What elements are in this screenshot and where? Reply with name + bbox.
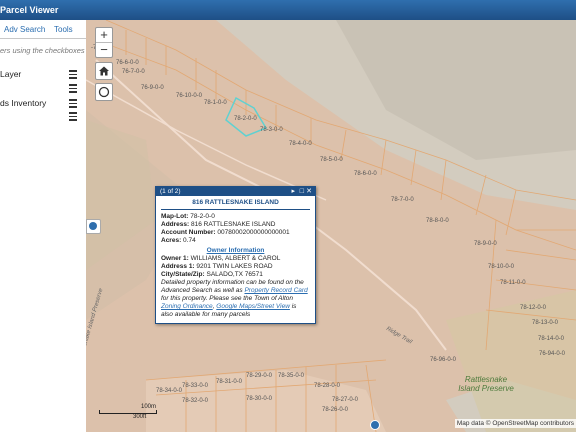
sidebar-tabs: Adv Search Tools <box>0 20 86 39</box>
parcel-label: 76-94-0-0 <box>539 351 566 357</box>
parcel-label: 78-11-0-0 <box>500 280 526 286</box>
layer-menu-icon[interactable] <box>69 112 77 123</box>
layer-menu-icon[interactable] <box>69 70 77 81</box>
parcel-label: 76-6-0-0 <box>116 60 139 66</box>
field-map-lot: Map-Lot: 78-2-0-0 <box>161 213 215 220</box>
parcel-label: 76-96-0-0 <box>430 357 457 363</box>
field-account-number: Account Number: 00780002000000000001 <box>161 229 290 236</box>
parcel-label: 78-2-0-0 <box>234 116 257 122</box>
arrow-left-icon <box>89 222 97 230</box>
app-title: Parcel Viewer <box>0 5 59 15</box>
next-result-icon[interactable]: ▸ <box>291 187 295 196</box>
maximize-icon[interactable]: □ <box>300 187 304 196</box>
popup-note: Detailed property information can be fou… <box>161 279 308 318</box>
sidebar: Adv Search Tools ers using the checkboxe… <box>0 20 87 432</box>
parcel-label: 78-35-0-0 <box>278 373 305 379</box>
popup-header: (1 of 2) ▸ □ ✕ <box>156 187 315 196</box>
locate-button[interactable] <box>95 83 113 101</box>
zoom-in-button[interactable]: + <box>96 28 112 42</box>
parcel-label: 78-34-0-0 <box>156 388 183 394</box>
parcel-label: 76-10-0-0 <box>176 93 203 99</box>
map-attribution: Map data © OpenStreetMap contributors <box>454 419 576 428</box>
layer-menu-icon[interactable] <box>69 84 77 95</box>
parcel-label: 78-12-0-0 <box>520 305 547 311</box>
parcel-label: 78-10-0-0 <box>488 264 515 270</box>
owner-info-heading: Owner Information <box>206 247 265 254</box>
tab-tools[interactable]: Tools <box>54 25 73 34</box>
parcel-label: 78-5-0-0 <box>320 157 343 163</box>
parcel-label: 78-26-0-0 <box>322 407 349 413</box>
popup-count: (1 of 2) <box>160 188 181 195</box>
parcel-label: 78-1-0-0 <box>204 100 227 106</box>
parcel-label: 78-7-0-0 <box>391 197 414 203</box>
parcel-label: 78-14-0-0 <box>538 336 565 342</box>
parcel-label: 78-30-0-0 <box>246 396 273 402</box>
zoom-out-button[interactable]: − <box>96 42 112 57</box>
locate-icon <box>98 86 110 98</box>
parcel-label: 78-3-0-0 <box>260 127 283 133</box>
property-record-card-link[interactable]: Property Record Card <box>244 287 307 294</box>
tab-adv-search[interactable]: Adv Search <box>4 25 45 34</box>
scale-bar: 100m 300ft <box>99 404 159 420</box>
parcel-label: 78-9-0-0 <box>474 241 497 247</box>
parcel-label: 76-7-0-0 <box>122 69 145 75</box>
parcel-label: 76-9-0-0 <box>141 85 164 91</box>
parcel-label: 78-4-0-0 <box>289 141 312 147</box>
preserve-label: Rattlesnake Island Preserve <box>458 375 514 393</box>
compass-icon[interactable] <box>370 420 380 430</box>
layer-item-parcels[interactable]: Layer <box>0 69 21 79</box>
field-city-state-zip: City/State/Zip: SALADO,TX 76571 <box>161 271 263 278</box>
field-address: Address: 816 RATTLESNAKE ISLAND <box>161 221 276 228</box>
home-icon <box>99 66 109 76</box>
zoom-control: + − <box>95 27 113 58</box>
layer-item-inventory[interactable]: ds Inventory <box>0 98 46 108</box>
parcel-label: 78-33-0-0 <box>182 383 209 389</box>
parcel-label: 78-32-0-0 <box>182 398 209 404</box>
parcel-label: 78-31-0-0 <box>216 379 243 385</box>
parcel-label: 78-13-0-0 <box>532 320 559 326</box>
layer-menu-icon[interactable] <box>69 99 77 110</box>
expand-panel-button[interactable] <box>86 219 101 234</box>
title-bar: Parcel Viewer <box>0 0 576 20</box>
parcel-label: 78-27-0-0 <box>332 397 359 403</box>
zoning-ordinance-link[interactable]: Zoning Ordinance <box>161 303 213 310</box>
home-extent-button[interactable] <box>95 62 113 80</box>
scale-bottom-label: 300ft <box>133 414 147 420</box>
field-acres: Acres: 0.74 <box>161 237 196 244</box>
parcel-label: 78-28-0-0 <box>314 383 341 389</box>
parcel-label: 78-6-0-0 <box>354 171 377 177</box>
layer-hint-text: ers using the checkboxes <box>0 46 85 55</box>
popup-body: 816 RATTLESNAKE ISLAND Map-Lot: 78-2-0-0… <box>156 196 315 322</box>
parcel-label: 78-8-0-0 <box>426 218 449 224</box>
street-view-link[interactable]: Google Maps/Street View <box>216 303 290 310</box>
parcel-info-popup: (1 of 2) ▸ □ ✕ 816 RATTLESNAKE ISLAND Ma… <box>155 186 316 324</box>
field-owner-address: Address 1: 9201 TWIN LAKES ROAD <box>161 263 273 270</box>
field-owner: Owner 1: WILLIAMS, ALBERT & CAROL <box>161 255 281 262</box>
close-icon[interactable]: ✕ <box>306 187 312 196</box>
popup-title: 816 RATTLESNAKE ISLAND <box>161 199 310 210</box>
parcel-label: 78-29-0-0 <box>246 373 273 379</box>
